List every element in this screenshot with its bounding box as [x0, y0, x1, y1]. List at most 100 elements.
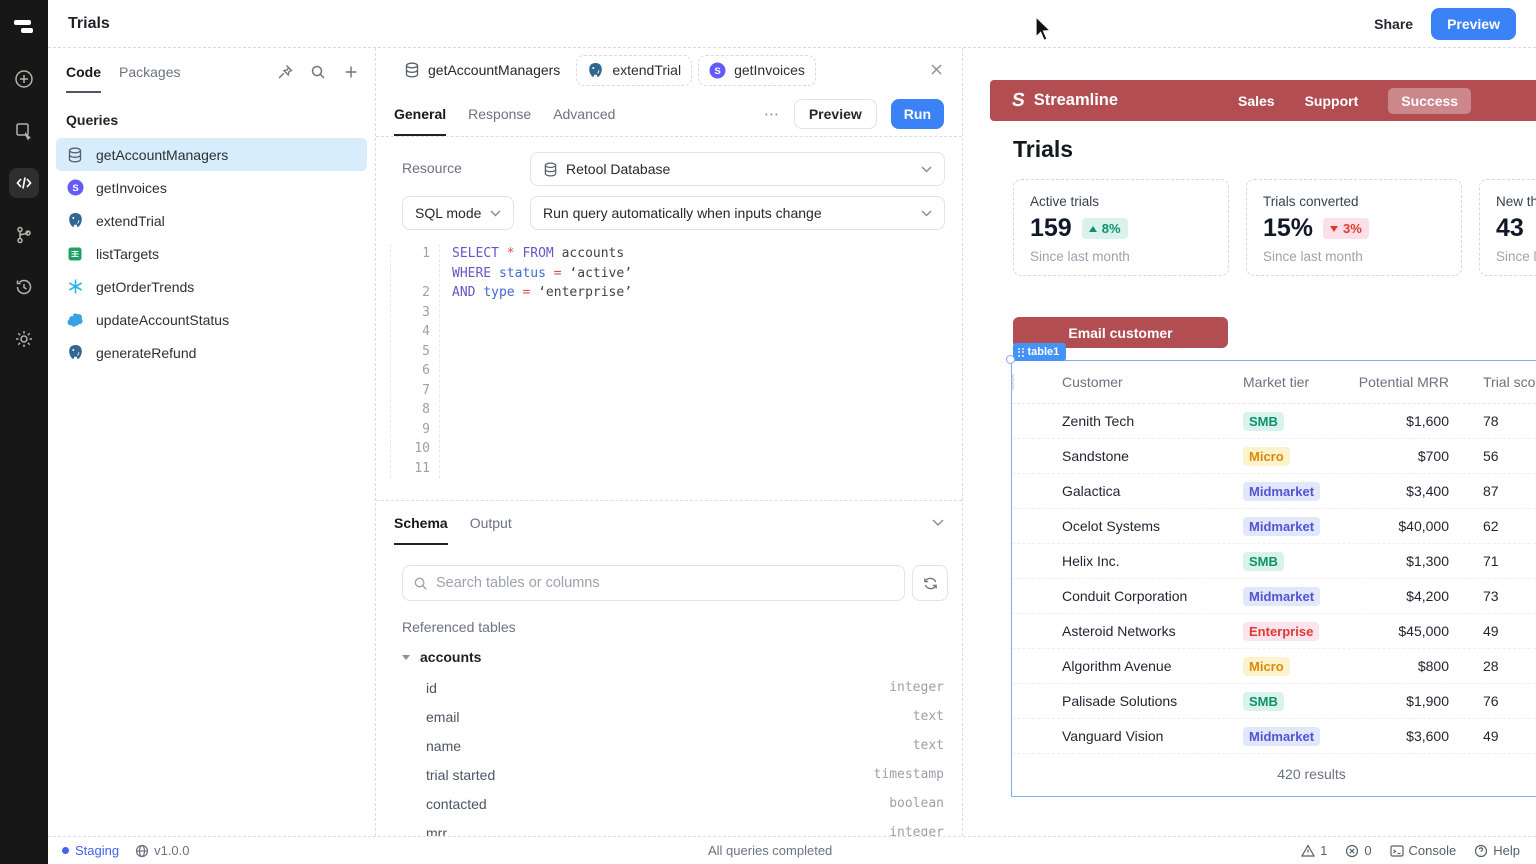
query-item-getOrderTrends[interactable]: getOrderTrends [56, 270, 367, 303]
table-row[interactable]: Ocelot SystemsMidmarket$40,00062 [1012, 509, 1536, 544]
run-button[interactable]: Run [891, 99, 944, 129]
env-dot-icon [62, 847, 69, 854]
table-row[interactable]: Palisade SolutionsSMB$1,90076 [1012, 684, 1536, 719]
line-number: 4 [391, 322, 430, 342]
select-all-checkbox[interactable] [1012, 374, 1014, 390]
table-header-cell[interactable]: Market tier [1243, 374, 1355, 390]
query-item-getAccountManagers[interactable]: getAccountManagers [56, 138, 367, 171]
query-preview-button[interactable]: Preview [794, 99, 877, 129]
add-icon[interactable] [9, 64, 39, 94]
schema-fields: idintegeremailtextnametexttrial startedt… [376, 673, 962, 836]
trend-badge: 3% [1323, 218, 1369, 239]
field-name: trial started [426, 767, 495, 783]
git-branch-icon[interactable] [9, 220, 39, 250]
editor-tab-strip: getAccountManagersextendTrialSgetInvoice… [376, 48, 962, 92]
tab-schema[interactable]: Schema [394, 515, 448, 531]
stat-card: New th43Since la [1479, 179, 1536, 276]
score-cell: 49 [1452, 623, 1536, 639]
selection-handle[interactable] [1006, 355, 1015, 364]
settings-gear-icon[interactable] [9, 324, 39, 354]
schema-search[interactable] [402, 565, 905, 601]
environment-selector[interactable]: Staging [62, 843, 119, 858]
nav-item-sales[interactable]: Sales [1238, 93, 1275, 109]
trials-table[interactable]: CustomerMarket tierPotential MRRTrial sc… [1011, 360, 1536, 797]
tier-cell: Midmarket [1243, 517, 1355, 536]
score-cell: 78 [1452, 413, 1536, 429]
table-row[interactable]: Zenith TechSMB$1,60078 [1012, 404, 1536, 439]
warnings-indicator[interactable]: 1 [1301, 843, 1327, 858]
salesforce-icon [66, 311, 84, 329]
tab-output[interactable]: Output [470, 515, 512, 531]
table-row[interactable]: Conduit CorporationMidmarket$4,20073 [1012, 579, 1536, 614]
pin-icon[interactable] [277, 64, 293, 80]
query-item-updateAccountStatus[interactable]: updateAccountStatus [56, 303, 367, 336]
schema-table-accounts[interactable]: accounts [402, 649, 481, 665]
tier-badge: Midmarket [1243, 482, 1320, 501]
line-number: 5 [391, 342, 430, 362]
query-list: getAccountManagersSgetInvoices extendTria… [48, 138, 375, 369]
query-item-listTargets[interactable]: listTargets [56, 237, 367, 270]
schema-search-input[interactable] [436, 575, 894, 591]
version-selector[interactable]: v1.0.0 [135, 843, 189, 858]
query-label: extendTrial [96, 213, 165, 229]
score-cell: 62 [1452, 518, 1536, 534]
editor-tab-getInvoices[interactable]: SgetInvoices [698, 55, 816, 86]
retool-logo[interactable] [9, 12, 39, 42]
close-icon[interactable] [929, 62, 944, 77]
table-header-cell[interactable]: Customer [1060, 374, 1243, 390]
sql-mode-select[interactable]: SQL mode [402, 196, 514, 230]
refresh-schema-button[interactable] [912, 565, 948, 601]
select-tool-icon[interactable] [9, 116, 39, 146]
code-mode-icon[interactable] [9, 168, 39, 198]
query-item-extendTrial[interactable]: extendTrial [56, 204, 367, 237]
app-canvas: S Streamline SalesSupportSuccess Trials … [963, 48, 1536, 836]
tab-advanced[interactable]: Advanced [553, 106, 615, 122]
query-item-getInvoices[interactable]: SgetInvoices [56, 171, 367, 204]
table-row[interactable]: SandstoneMicro$70056 [1012, 439, 1536, 474]
mrr-cell: $1,600 [1355, 413, 1452, 429]
console-button[interactable]: Console [1390, 843, 1457, 858]
table-row[interactable]: Asteroid NetworksEnterprise$45,00049 [1012, 614, 1536, 649]
table-row[interactable]: GalacticaMidmarket$3,40087 [1012, 474, 1536, 509]
history-icon[interactable] [9, 272, 39, 302]
console-icon [1390, 844, 1404, 858]
widget-chip-label: table1 [1028, 346, 1060, 358]
table-row[interactable]: Algorithm AvenueMicro$80028 [1012, 649, 1536, 684]
more-options-icon[interactable]: ⋯ [764, 105, 780, 123]
sheets-icon [66, 245, 84, 263]
line-number: 6 [391, 361, 430, 381]
schema-field-row: trial startedtimestamp [376, 760, 962, 789]
share-button[interactable]: Share [1374, 16, 1413, 32]
table-header-cell[interactable]: Trial score [1452, 374, 1536, 390]
app-header-bar: S Streamline SalesSupportSuccess [990, 80, 1536, 121]
nav-item-support[interactable]: Support [1305, 93, 1359, 109]
autorun-select[interactable]: Run query automatically when inputs chan… [530, 196, 945, 230]
streamline-logo-icon: S [1010, 90, 1026, 112]
tab-general[interactable]: General [394, 106, 446, 122]
tab-packages[interactable]: Packages [119, 64, 180, 80]
mrr-cell: $1,900 [1355, 693, 1452, 709]
tier-badge: SMB [1243, 552, 1284, 571]
stat-card: Active trials1598%Since last month [1013, 179, 1229, 276]
resource-select[interactable]: Retool Database [530, 152, 945, 186]
editor-tab-extendTrial[interactable]: extendTrial [576, 55, 692, 86]
tab-response[interactable]: Response [468, 106, 531, 122]
table-header-cell[interactable]: Potential MRR [1355, 374, 1452, 390]
collapse-chevron-icon[interactable] [932, 519, 944, 527]
line-number: 1 [391, 244, 430, 264]
table-row[interactable]: Vanguard VisionMidmarket$3,60049 [1012, 719, 1536, 754]
help-button[interactable]: Help [1474, 843, 1520, 858]
preview-app-button[interactable]: Preview [1431, 8, 1516, 40]
score-cell: 87 [1452, 483, 1536, 499]
nav-item-success[interactable]: Success [1388, 88, 1471, 114]
query-item-generateRefund[interactable]: generateRefund [56, 336, 367, 369]
chevron-down-icon [921, 166, 932, 173]
table-row[interactable]: Helix Inc.SMB$1,30071 [1012, 544, 1536, 579]
search-icon[interactable] [310, 64, 326, 80]
plus-icon[interactable] [343, 64, 359, 80]
table1-widget-chip[interactable]: table1 [1013, 343, 1066, 361]
tab-code[interactable]: Code [66, 64, 101, 80]
editor-tab-getAccountManagers[interactable]: getAccountManagers [394, 56, 570, 84]
sql-editor[interactable]: 1 234567891011 SELECT * FROM accountsWHE… [376, 244, 962, 478]
errors-indicator[interactable]: 0 [1345, 843, 1371, 858]
